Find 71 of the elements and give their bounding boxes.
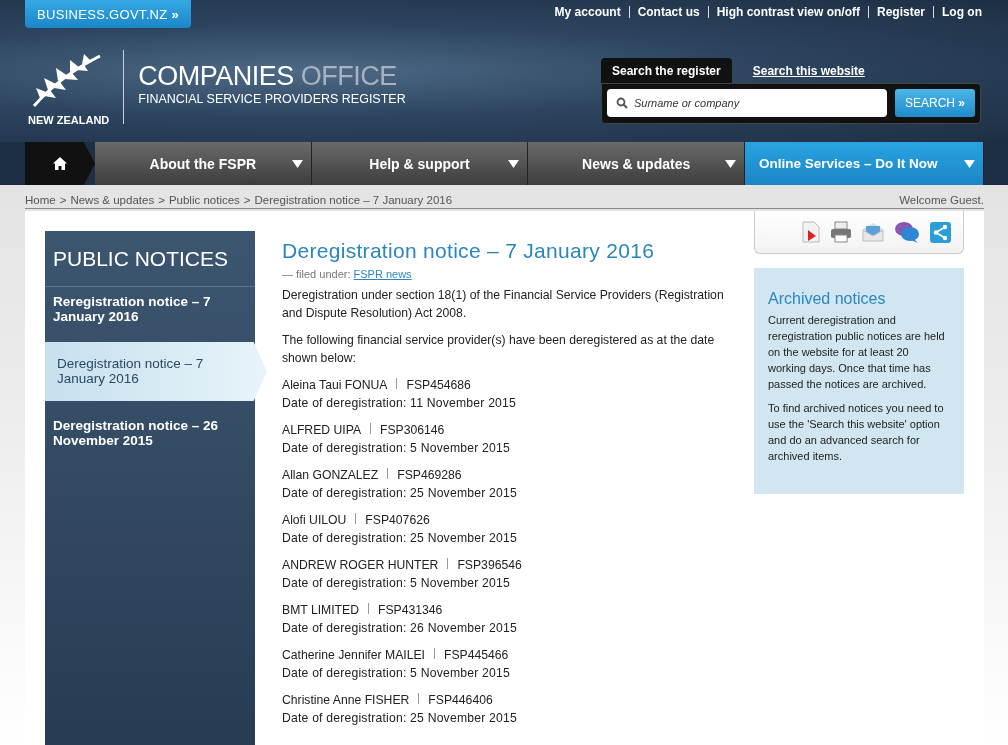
info-text: Current deregistration and reregistration public notices are held on the website for at least 20 working days. Once that time has passed the notices are archived.	[768, 313, 946, 392]
provider-name: Catherine Jennifer MAILEI	[282, 648, 425, 662]
filed-under-label: — filed under:	[282, 268, 351, 280]
deregistration-date: Date of deregistration: 26 November 2015	[282, 620, 518, 637]
top-link[interactable]: High contrast view on/off	[707, 6, 868, 18]
lead-text: The following financial service provider(s) have been deregistered as at the date shown below:	[282, 332, 716, 367]
sidebar-item[interactable]: Reregistration notice – 7 January 2016	[45, 287, 255, 332]
provider-name: ANDREW ROGER HUNTER	[282, 558, 439, 572]
provider-number: FSP396546	[457, 558, 522, 572]
brand-title: COMPANIES	[138, 61, 294, 91]
breadcrumb-separator: >	[59, 194, 67, 206]
top-link[interactable]: Log on	[933, 6, 982, 18]
breadcrumb-link[interactable]: News & updates	[70, 194, 155, 206]
provider-name: Alofi UILOU	[282, 513, 347, 527]
nav-menu-item[interactable]: Help & support	[311, 142, 529, 185]
caret-icon	[291, 160, 303, 168]
search-tab[interactable]: Search this website	[741, 58, 876, 83]
provider-number: FSP407626	[365, 513, 430, 527]
provider-number: FSP431346	[378, 603, 443, 617]
nav-menu-item[interactable]: News & updates	[528, 142, 745, 185]
provider-number: FSP445466	[443, 648, 509, 662]
search-field[interactable]: Surname or company	[607, 89, 887, 117]
sidebar-item[interactable]: Deregistration notice – 7 January 2016	[45, 342, 267, 401]
deregistration-date: Date of deregistration: 5 November 2015	[282, 440, 511, 457]
deregistration-date: Date of deregistration: 5 November 2015	[282, 575, 511, 592]
home-button[interactable]	[25, 142, 95, 185]
country-label: NEW ZEALAND	[28, 114, 110, 126]
provider-name: Christine Anne FISHER	[282, 693, 410, 707]
sidebar-title: PUBLIC NOTICES	[45, 231, 255, 287]
search-icon	[616, 97, 628, 109]
brand-title-light: OFFICE	[300, 61, 397, 91]
brand-subtitle: FINANCIAL SERVICE PROVIDERS REGISTER	[138, 92, 406, 106]
deregistration-date: Date of deregistration: 25 November 2015	[282, 485, 518, 502]
breadcrumb-separator: >	[243, 194, 251, 206]
breadcrumb-separator: >	[158, 194, 165, 206]
provider-number: FSP446406	[428, 693, 493, 707]
breadcrumb-link[interactable]: Public notices	[168, 194, 240, 206]
search-tab[interactable]: Search the register	[601, 58, 732, 83]
provider-name: Aleina Taui FONUA	[282, 378, 388, 392]
top-link[interactable]: My account	[546, 6, 629, 18]
welcome-text: Welcome Guest.	[899, 194, 984, 206]
deregistration-date: Date of deregistration: 5 November 2015	[282, 665, 511, 682]
caret-icon	[508, 160, 520, 168]
caret-icon	[725, 160, 736, 168]
deregistration-date: Date of deregistration: 11 November 2015	[282, 395, 518, 412]
breadcrumb-link[interactable]: Home	[25, 194, 56, 206]
nav-menu-item[interactable]: About the FSPR	[95, 142, 312, 185]
deregistration-date: Date of deregistration: 25 November 2015	[282, 530, 518, 547]
info-text: To find archived notices you need to use the 'Search this website' option and do an advanced search for archived items.	[768, 401, 945, 464]
intro-text: Deregistration under section 18(1) of the Financial Service Providers (Registration and Dispute Resolution) Act 2008.	[282, 287, 725, 322]
home-icon	[53, 157, 67, 170]
top-link[interactable]: Register	[868, 6, 933, 18]
article-title: Deregistration notice – 7 January 2016	[282, 239, 656, 263]
pdf-icon[interactable]	[802, 221, 820, 243]
provider-number: FSP306146	[380, 423, 445, 437]
provider-name: Allan GONZALEZ	[282, 468, 379, 482]
sidebar-item[interactable]: Deregistration notice – 26 November 2015	[45, 411, 255, 456]
chat-icon[interactable]	[894, 221, 920, 243]
breadcrumb-current: Deregistration notice – 7 January 2016	[254, 194, 453, 206]
info-title: Archived notices	[768, 290, 887, 308]
provider-number: FSP469286	[397, 468, 462, 482]
share-icon[interactable]	[930, 221, 951, 243]
email-icon[interactable]	[862, 222, 884, 242]
caret-icon	[964, 160, 975, 168]
category-link[interactable]: FSPR news	[353, 268, 412, 280]
provider-name: BMT LIMITED	[282, 603, 359, 617]
provider-name: ALFRED UIPA	[282, 423, 361, 437]
provider-number: FSP454686	[406, 378, 471, 392]
top-link[interactable]: Contact us	[628, 6, 708, 18]
print-icon[interactable]	[830, 221, 852, 243]
deregistration-date: Date of deregistration: 25 November 2015	[282, 710, 518, 727]
